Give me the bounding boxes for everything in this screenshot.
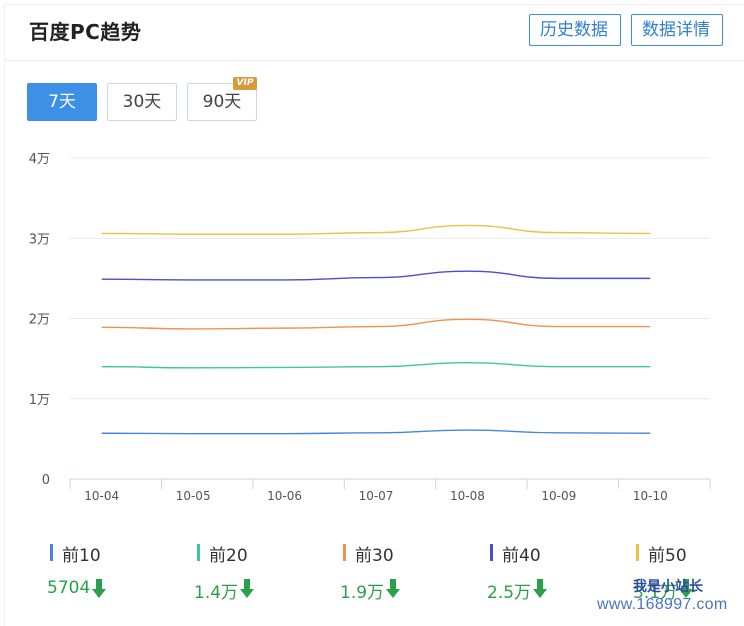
down-arrow-icon bbox=[386, 579, 400, 598]
series-line-前20 bbox=[101, 361, 651, 369]
legend-series-value: 5704 bbox=[47, 578, 91, 598]
x-tick-label: 10-08 bbox=[450, 489, 485, 503]
legend-color-marker bbox=[50, 544, 53, 561]
legend-series-value: 1.9万 bbox=[340, 583, 385, 603]
down-arrow-icon bbox=[533, 579, 547, 598]
x-tick-label: 10-04 bbox=[84, 489, 119, 503]
x-tick-label: 10-06 bbox=[267, 489, 302, 503]
legend-item[interactable]: 前30 1.9万 bbox=[292, 540, 438, 612]
watermark-line1: 我是小站长 bbox=[633, 579, 703, 595]
series-line-前30 bbox=[101, 318, 651, 330]
x-tick-label: 10-09 bbox=[541, 489, 576, 503]
legend-color-marker bbox=[343, 544, 346, 561]
legend-item[interactable]: 前40 2.5万 bbox=[438, 540, 584, 612]
legend-color-marker bbox=[636, 544, 639, 561]
legend-series-name: 前50 bbox=[648, 546, 687, 566]
down-arrow-icon bbox=[92, 579, 106, 598]
x-tick-label: 10-10 bbox=[633, 489, 668, 503]
series-line-前40 bbox=[101, 270, 651, 281]
x-tick-label: 10-07 bbox=[359, 489, 394, 503]
y-tick-label: 2万 bbox=[29, 313, 50, 328]
series-line-前50 bbox=[101, 224, 651, 235]
legend-series-value: 1.4万 bbox=[194, 583, 239, 603]
legend-series-name: 前30 bbox=[355, 546, 394, 566]
trend-line-chart: 0 1万 2万 3万 4万 10-04 10-05 10-06 10-07 10-08 10-09 1… bbox=[29, 152, 711, 503]
down-arrow-icon bbox=[240, 579, 254, 598]
y-tick-label: 0 bbox=[42, 473, 50, 488]
legend-series-name: 前20 bbox=[209, 546, 248, 566]
watermark-line2: www.168997.com bbox=[597, 596, 728, 613]
legend-series-name: 前40 bbox=[502, 546, 541, 566]
series-line-前10 bbox=[101, 429, 651, 435]
y-tick-label: 4万 bbox=[29, 152, 50, 167]
legend-series-value: 2.5万 bbox=[487, 583, 532, 603]
legend-color-marker bbox=[490, 544, 493, 561]
y-tick-label: 1万 bbox=[29, 393, 50, 408]
legend-item[interactable]: 前10 5704 bbox=[0, 540, 146, 612]
legend-color-marker bbox=[197, 544, 200, 561]
y-tick-label: 3万 bbox=[29, 232, 50, 247]
legend-item[interactable]: 前20 1.4万 bbox=[146, 540, 292, 612]
watermark: 我是小站长 www.168997.com bbox=[597, 576, 744, 618]
x-tick-label: 10-05 bbox=[176, 489, 211, 503]
legend-series-name: 前10 bbox=[62, 546, 101, 566]
